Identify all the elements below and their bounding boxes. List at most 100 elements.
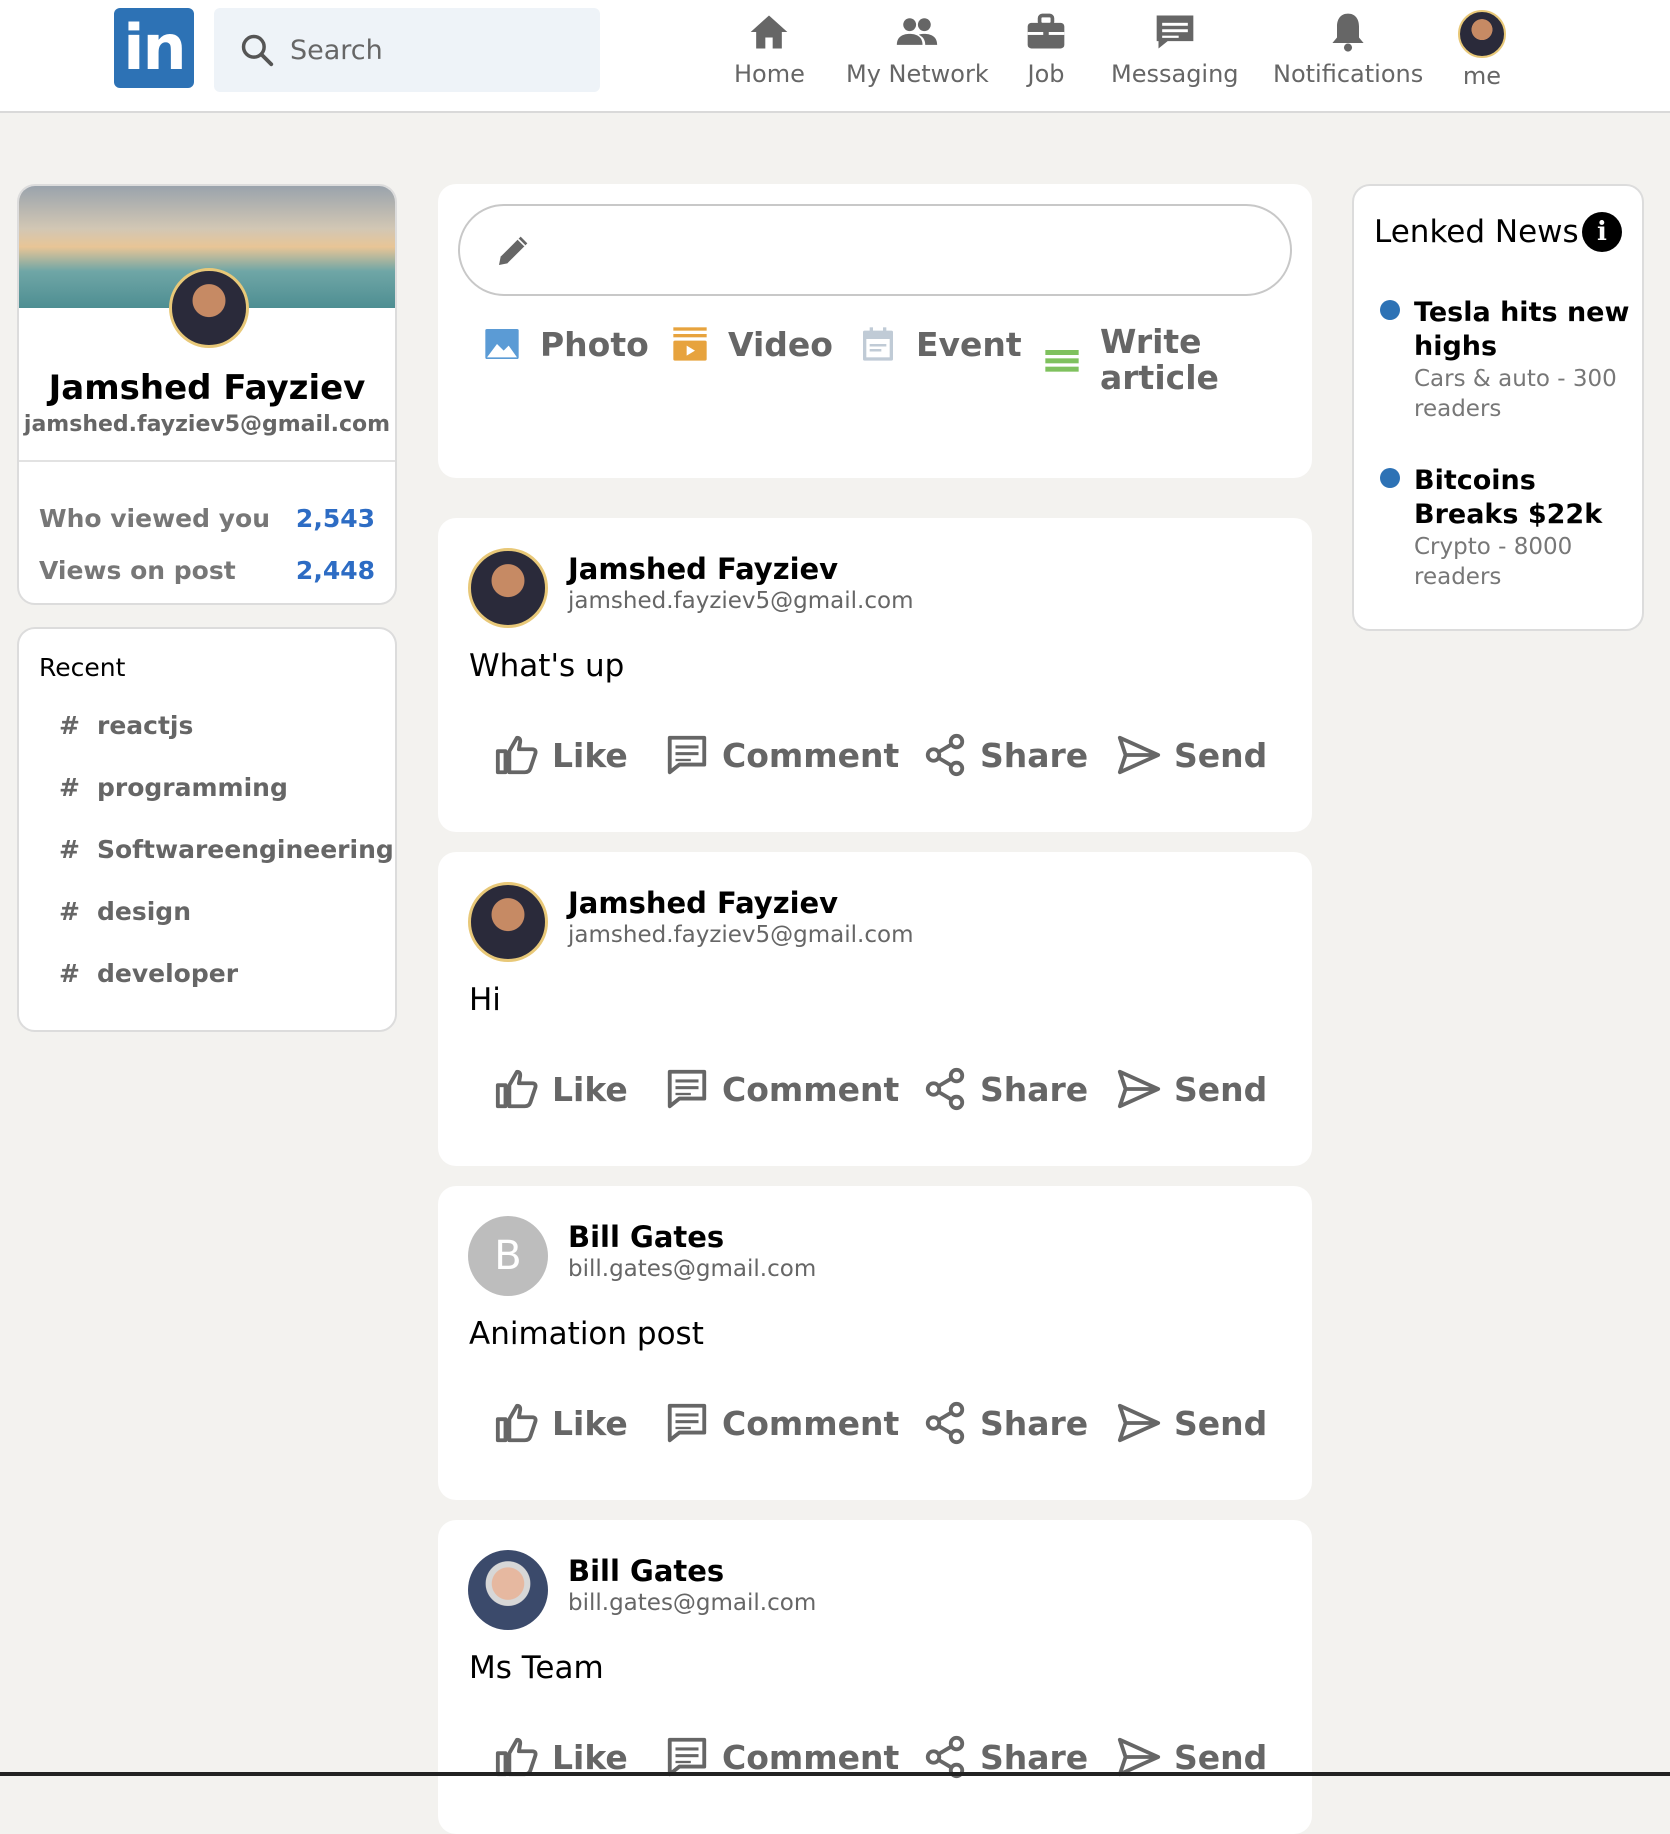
pencil-icon — [499, 236, 528, 265]
tag-label: programming — [97, 773, 288, 802]
start-post-input[interactable] — [458, 204, 1292, 296]
stat-views-on-post[interactable]: Views on post 2,448 — [39, 556, 375, 585]
like-button[interactable]: Like — [494, 1066, 628, 1112]
share-icon — [925, 1401, 965, 1445]
nav-me[interactable]: me — [1458, 10, 1506, 90]
avatar[interactable] — [169, 268, 249, 348]
share-label: Share — [980, 1403, 1089, 1443]
avatar[interactable] — [468, 548, 548, 628]
recent-tag[interactable]: # reactjs — [59, 711, 193, 740]
hash-icon: # — [59, 959, 80, 988]
recent-tag[interactable]: # design — [59, 897, 191, 926]
window-edge — [0, 1772, 1670, 1776]
recent-tag[interactable]: # developer — [59, 959, 238, 988]
stat-label: Who viewed you — [39, 504, 270, 533]
comment-label: Comment — [722, 1069, 900, 1109]
nav-label: me — [1462, 62, 1502, 90]
post-text: What's up — [469, 648, 625, 684]
comment-icon — [667, 1403, 707, 1443]
nav-messaging[interactable]: Messaging — [1111, 10, 1239, 90]
stat-who-viewed[interactable]: Who viewed you 2,543 — [39, 504, 375, 533]
write-article-button[interactable]: Write article — [1042, 324, 1219, 396]
avatar[interactable] — [468, 882, 548, 962]
send-button[interactable]: Send — [1116, 1066, 1267, 1112]
post-author-email: jamshed.fayziev5@gmail.com — [568, 922, 914, 948]
post-author-name[interactable]: Jamshed Fayziev — [568, 886, 838, 920]
photo-icon — [485, 329, 519, 359]
news-headline[interactable]: Tesla hits new highs — [1414, 296, 1634, 364]
share-label: Share — [980, 1737, 1089, 1777]
divider — [19, 460, 395, 462]
nav-label: Job — [1027, 60, 1065, 88]
post-author-name[interactable]: Bill Gates — [568, 1554, 724, 1588]
network-icon — [897, 18, 938, 45]
send-button[interactable]: Send — [1116, 1400, 1267, 1446]
share-label: Share — [980, 1069, 1089, 1109]
comment-label: Comment — [722, 1403, 900, 1443]
info-icon[interactable]: i — [1582, 212, 1622, 252]
comment-label: Comment — [722, 735, 900, 775]
profile-name: Jamshed Fayziev — [48, 368, 366, 408]
hash-icon: # — [59, 897, 80, 926]
home-icon — [751, 15, 788, 49]
post-author-name[interactable]: Jamshed Fayziev — [568, 552, 838, 586]
top-nav-bar: in Search Home My Network Job Messaging … — [0, 0, 1670, 113]
profile-email: jamshed.fayziev5@gmail.com — [23, 412, 391, 437]
post-text: Hi — [469, 982, 501, 1018]
search-bar[interactable]: Search — [214, 8, 600, 92]
comment-icon — [667, 735, 707, 775]
event-button[interactable]: Event — [858, 324, 1022, 364]
post-author-email: bill.gates@gmail.com — [568, 1590, 817, 1616]
like-button[interactable]: Like — [494, 732, 628, 778]
recent-card: Recent # reactjs # programming # Softwar… — [17, 627, 397, 1032]
search-input[interactable]: Search — [290, 35, 383, 66]
search-icon — [241, 34, 274, 67]
avatar[interactable] — [468, 1550, 548, 1630]
bell-icon — [1332, 13, 1364, 52]
nav-home[interactable]: Home — [734, 10, 805, 90]
video-label: Video — [728, 324, 833, 364]
tag-label: reactjs — [97, 711, 194, 740]
like-button[interactable]: Like — [494, 1400, 628, 1446]
news-headline[interactable]: Bitcoins Breaks $22k — [1414, 464, 1634, 532]
post-author-name[interactable]: Bill Gates — [568, 1220, 724, 1254]
briefcase-icon — [1027, 13, 1065, 49]
comment-button[interactable]: Comment — [664, 1066, 899, 1112]
share-icon — [925, 733, 965, 777]
comment-button[interactable]: Comment — [664, 1400, 899, 1446]
video-button[interactable]: Video — [670, 324, 833, 364]
comment-icon — [667, 1069, 707, 1109]
write-article-label: Write article — [1100, 322, 1219, 397]
news-card: Lenked News i Tesla hits new highs Cars … — [1352, 184, 1644, 631]
thumbs-up-icon — [495, 1403, 538, 1443]
comment-label: Comment — [722, 1737, 900, 1777]
photo-button[interactable]: Photo — [482, 324, 649, 364]
send-button[interactable]: Send — [1116, 732, 1267, 778]
hash-icon: # — [59, 773, 80, 802]
news-title: Lenked News — [1374, 214, 1579, 250]
comment-button[interactable]: Comment — [664, 732, 899, 778]
stat-value: 2,543 — [295, 504, 375, 533]
avatar[interactable]: B — [468, 1216, 548, 1296]
post-text: Ms Team — [469, 1650, 604, 1686]
nav-label: Home — [734, 60, 805, 88]
like-label: Like — [552, 1737, 628, 1777]
nav-notifications[interactable]: Notifications — [1273, 10, 1423, 90]
recent-tag[interactable]: # programming — [59, 773, 288, 802]
share-button[interactable]: Share — [922, 1400, 1088, 1446]
message-icon — [1156, 15, 1194, 49]
tag-label: Softwareengineering — [97, 835, 394, 864]
hash-icon: # — [59, 835, 80, 864]
recent-tag[interactable]: # Softwareengineering — [59, 835, 394, 864]
nav-label: Notifications — [1273, 60, 1424, 88]
linkedin-logo[interactable]: in — [114, 8, 194, 88]
share-button[interactable]: Share — [922, 1066, 1088, 1112]
nav-my-network[interactable]: My Network — [846, 10, 989, 90]
post-card: B Bill Gates bill.gates@gmail.com Animat… — [438, 1186, 1312, 1500]
hash-icon: # — [59, 711, 80, 740]
event-label: Event — [916, 324, 1022, 364]
share-button[interactable]: Share — [922, 732, 1088, 778]
send-label: Send — [1174, 1403, 1268, 1443]
news-subtitle: Cars & auto - 300 readers — [1414, 366, 1617, 422]
nav-job[interactable]: Job — [1024, 10, 1068, 90]
